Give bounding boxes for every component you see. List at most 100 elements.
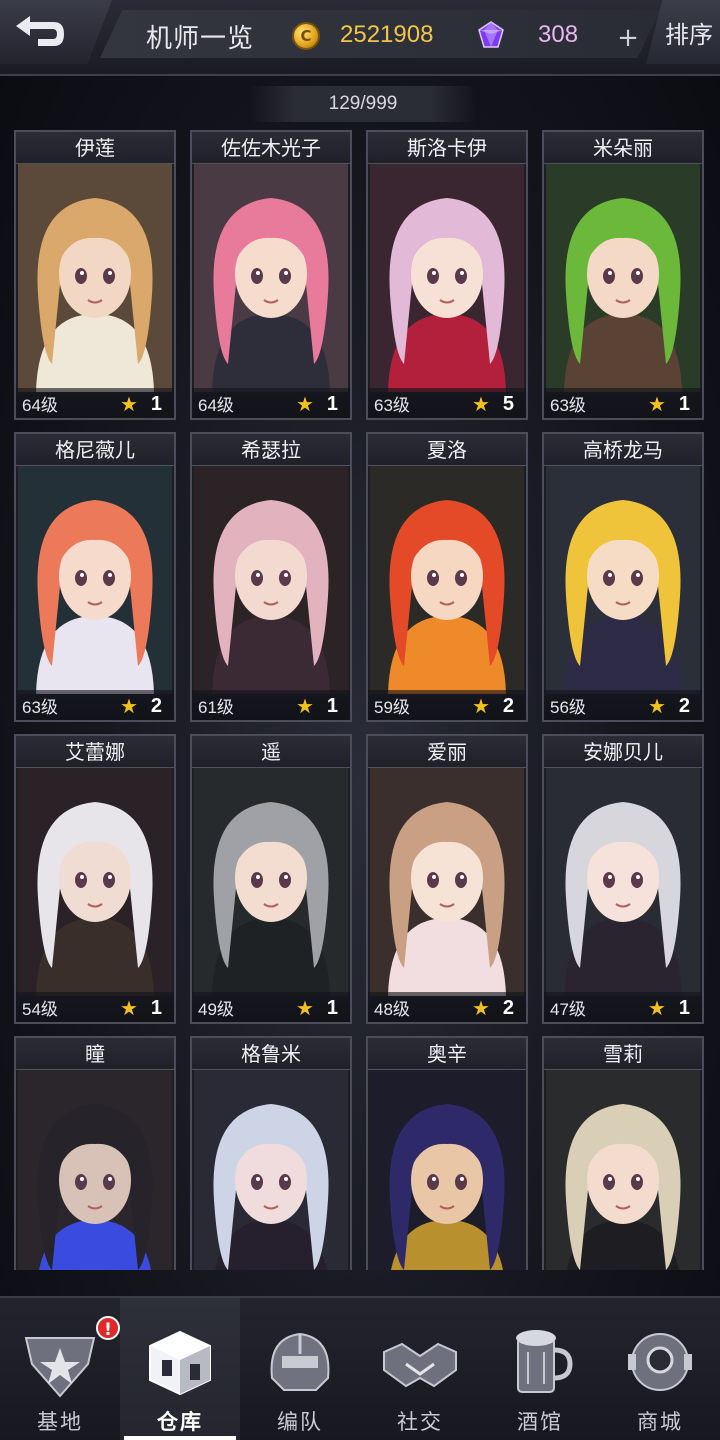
pilot-portrait (194, 466, 348, 694)
card-footer: 48级 ★ 2 (368, 992, 526, 1022)
card-footer: 56级 ★ 2 (544, 690, 702, 720)
pilot-portrait (18, 466, 172, 694)
pilot-card[interactable]: 奥辛 (366, 1036, 528, 1270)
pilot-level: 63级 (374, 396, 410, 415)
star-icon: ★ (120, 392, 138, 416)
pilot-level: 47级 (550, 1000, 586, 1019)
pilot-stars: 1 (326, 393, 338, 415)
pilot-portrait (18, 1070, 172, 1270)
nav-label: 基地 (37, 1410, 83, 1434)
star-icon: ★ (296, 392, 314, 416)
pilot-level: 59级 (374, 698, 410, 717)
nav-item-4[interactable]: 酒馆 (480, 1298, 600, 1440)
pilot-stars: 5 (502, 393, 514, 415)
pilot-card[interactable]: 格尼薇儿 63级 ★ 2 (14, 432, 176, 722)
pilot-card[interactable]: 希瑟拉 61级 ★ 1 (190, 432, 352, 722)
pilot-name: 艾蕾娜 (16, 736, 174, 768)
handshake-icon (383, 1342, 457, 1388)
card-footer: 64级 ★ 1 (16, 388, 174, 418)
star-icon: ★ (472, 694, 490, 718)
mech-helmet-icon (270, 1332, 330, 1391)
star-icon: ★ (296, 694, 314, 718)
pilot-name: 夏洛 (368, 434, 526, 466)
pilot-portrait (194, 164, 348, 392)
pilot-stars: 1 (150, 997, 162, 1019)
pilot-portrait (546, 164, 700, 392)
pilot-stars: 2 (150, 695, 162, 717)
pilot-card[interactable]: 爱丽 48级 ★ 2 (366, 734, 528, 1024)
star-icon: ★ (648, 392, 666, 416)
coin-balance: 2521908 (340, 21, 434, 48)
nav-item-3[interactable]: 社交 (360, 1298, 480, 1440)
card-footer: 49级 ★ 1 (192, 992, 350, 1022)
pilot-name: 伊莲 (16, 132, 174, 164)
coin-icon: C (292, 22, 320, 50)
gem-balance: 308 (538, 21, 579, 48)
pilot-level: 48级 (374, 1000, 410, 1019)
pilot-name: 米朵丽 (544, 132, 702, 164)
nav-label: 酒馆 (517, 1410, 563, 1434)
pilot-card[interactable]: 瞳 (14, 1036, 176, 1270)
pilot-stars: 2 (502, 695, 514, 717)
pilot-card[interactable]: 安娜贝儿 47级 ★ 1 (542, 734, 704, 1024)
pilot-name: 安娜贝儿 (544, 736, 702, 768)
pilot-name: 高桥龙马 (544, 434, 702, 466)
pilot-portrait (370, 164, 524, 392)
star-icon: ★ (648, 996, 666, 1020)
warehouse-cube-icon (149, 1330, 211, 1396)
star-icon: ★ (120, 694, 138, 718)
pilot-stars: 1 (150, 393, 162, 415)
pilot-name: 奥辛 (368, 1038, 526, 1070)
pilot-name: 遥 (192, 736, 350, 768)
pilot-stars: 1 (678, 997, 690, 1019)
pilot-card[interactable]: 艾蕾娜 54级 ★ 1 (14, 734, 176, 1024)
pilot-card[interactable]: 米朵丽 63级 ★ 1 (542, 130, 704, 420)
pilot-card[interactable]: 夏洛 59级 ★ 2 (366, 432, 528, 722)
star-icon: ★ (296, 996, 314, 1020)
nav-label: 社交 (397, 1410, 443, 1434)
card-footer: 54级 ★ 1 (16, 992, 174, 1022)
card-footer: 59级 ★ 2 (368, 690, 526, 720)
pilot-card[interactable]: 雪莉 (542, 1036, 704, 1270)
pilot-card[interactable]: 佐佐木光子 64级 ★ 1 (190, 130, 352, 420)
pilot-name: 斯洛卡伊 (368, 132, 526, 164)
pilot-card[interactable]: 斯洛卡伊 63级 ★ 5 (366, 130, 528, 420)
pilot-card[interactable]: 格鲁米 (190, 1036, 352, 1270)
card-footer: 63级 ★ 5 (368, 388, 526, 418)
pilot-stars: 2 (502, 997, 514, 1019)
nav-item-0[interactable]: 基地! (0, 1298, 120, 1440)
star-icon: ★ (648, 694, 666, 718)
pilot-name: 瞳 (16, 1038, 174, 1070)
card-footer: 63级 ★ 1 (544, 388, 702, 418)
pilot-card[interactable]: 伊莲 64级 ★ 1 (14, 130, 176, 420)
pilot-portrait (370, 1070, 524, 1270)
pilot-level: 56级 (550, 698, 586, 717)
pilot-card[interactable]: 遥 49级 ★ 1 (190, 734, 352, 1024)
pilot-level: 64级 (22, 396, 58, 415)
nav-item-5[interactable]: 商城 (600, 1298, 720, 1440)
pilot-portrait (370, 768, 524, 996)
top-bar: 机师一览 C 2521908 308 + 排序 (0, 0, 720, 76)
nav-label: 商城 (637, 1410, 683, 1434)
star-icon: ★ (472, 392, 490, 416)
add-gems-button[interactable]: + (614, 25, 642, 52)
nav-label: 编队 (277, 1410, 323, 1434)
card-footer: 61级 ★ 1 (192, 690, 350, 720)
pilot-name: 爱丽 (368, 736, 526, 768)
pilot-card[interactable]: 高桥龙马 56级 ★ 2 (542, 432, 704, 722)
pilot-level: 61级 (198, 698, 234, 717)
back-button[interactable] (0, 0, 112, 64)
pilot-portrait (194, 768, 348, 996)
pilot-name: 格鲁米 (192, 1038, 350, 1070)
nav-item-1[interactable]: 仓库 (120, 1298, 240, 1440)
bottom-nav: 基地! 仓库 编队 社交 酒馆 商城 (0, 1296, 720, 1440)
nav-item-2[interactable]: 编队 (240, 1298, 360, 1440)
page-title: 机师一览 (146, 24, 255, 54)
pilot-level: 63级 (550, 396, 586, 415)
sort-button[interactable]: 排序 (646, 0, 720, 64)
card-footer: 63级 ★ 2 (16, 690, 174, 720)
card-footer: 47级 ★ 1 (544, 992, 702, 1022)
pilot-level: 49级 (198, 1000, 234, 1019)
pilot-name: 雪莉 (544, 1038, 702, 1070)
pilot-name: 格尼薇儿 (16, 434, 174, 466)
